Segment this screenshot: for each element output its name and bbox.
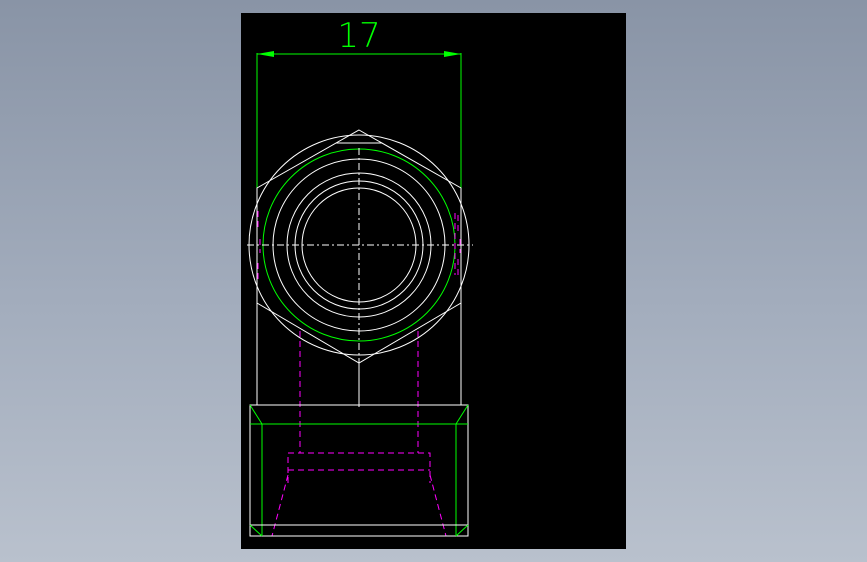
cad-drawing: 17 (247, 16, 473, 537)
fitting-chamfer-top-right (455, 404, 469, 425)
cad-viewport: 17 (0, 0, 867, 562)
hidden-taper-left (271, 474, 289, 537)
hidden-taper-right (429, 474, 447, 537)
fitting-chamfer-bottom-right (455, 524, 469, 537)
fitting-chamfer-bottom-left (249, 524, 263, 537)
dimension-value: 17 (337, 16, 380, 56)
hidden-counterbore (287, 452, 431, 483)
drawing-sheet[interactable]: 17 (241, 13, 626, 549)
fitting-chamfer-top-left (249, 404, 263, 425)
arrowhead-right (444, 51, 461, 57)
arrowhead-left (257, 51, 274, 57)
